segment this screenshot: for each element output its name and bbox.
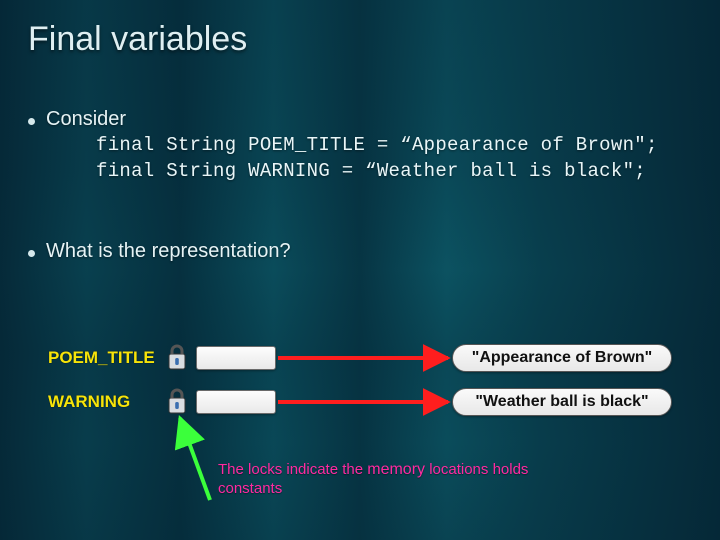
diagram-caption: The locks indicate the memory locations … bbox=[218, 460, 588, 499]
diagram-arrows bbox=[0, 0, 720, 540]
caption-emphasis: memory bbox=[367, 461, 425, 478]
caption-segment: The locks indicate the bbox=[218, 461, 367, 478]
arrow-green-icon bbox=[180, 418, 210, 500]
